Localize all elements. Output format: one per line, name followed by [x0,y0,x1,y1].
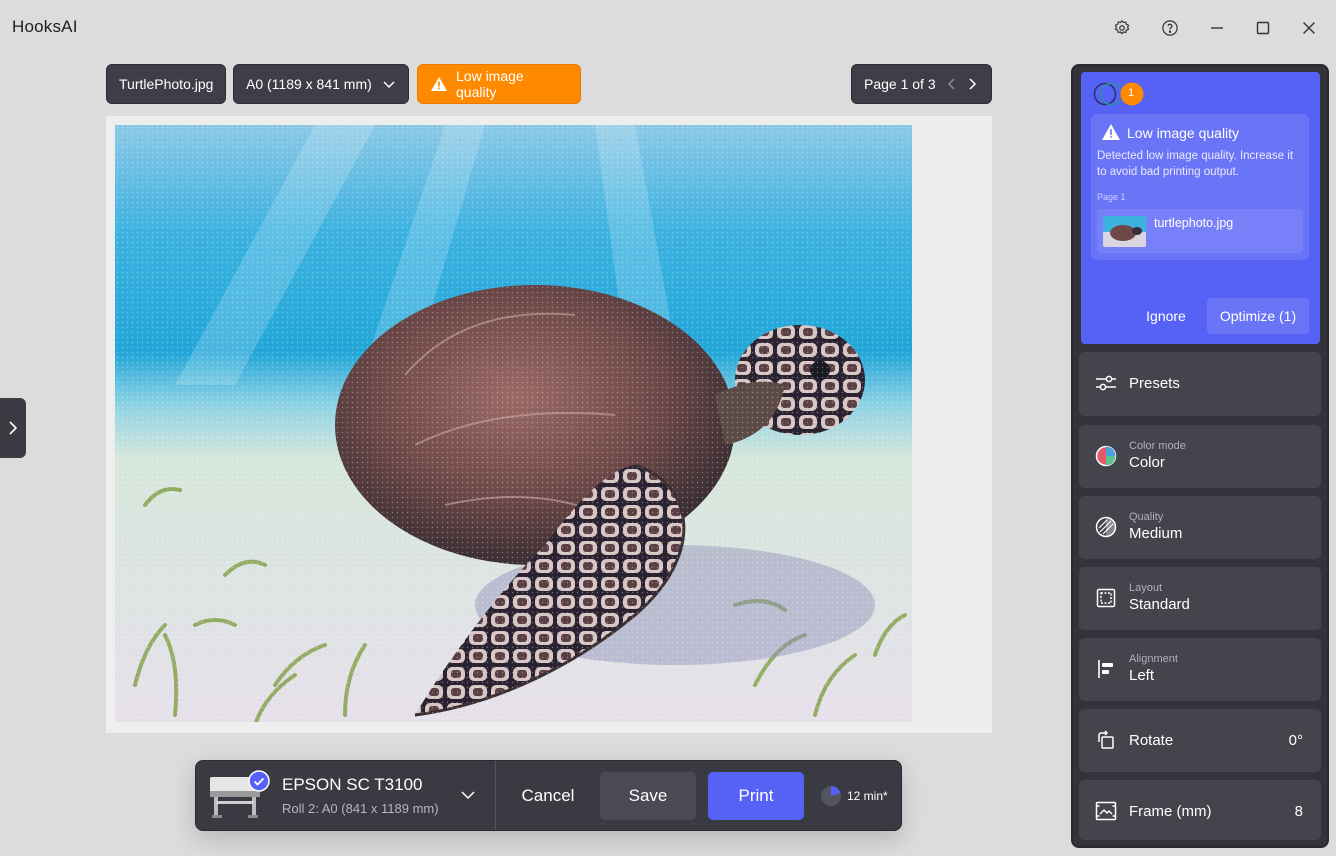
chevron-left-icon [946,77,958,91]
eta-label: 12 min* [847,789,888,803]
prev-page-button[interactable] [946,77,958,91]
printer-dropdown-button[interactable] [460,787,476,803]
minimize-button[interactable] [1205,16,1229,40]
sliders-icon [1095,372,1117,394]
color-mode-value: Color [1129,454,1165,471]
close-icon [1302,21,1316,35]
page-label: Page 1 of 3 [864,76,936,92]
low-quality-warning-chip[interactable]: Low image quality [417,64,581,104]
warning-label: Low image quality [456,68,524,100]
frame-setting[interactable]: Frame (mm) 8 [1079,780,1321,840]
title-bar: HooksAI [0,0,1336,56]
maximize-button[interactable] [1251,16,1275,40]
rotate-setting[interactable]: Rotate 0° [1079,709,1321,772]
rotate-label: Rotate [1129,732,1174,749]
settings-panel: 1 Low image quality Detected low image q… [1071,64,1329,848]
quality-value: Medium [1129,525,1183,542]
page-navigator: Page 1 of 3 [851,64,992,104]
layout-icon [1095,587,1117,609]
printer-selector[interactable] [206,769,270,823]
alert-description: Detected low image quality. Increase it … [1097,150,1294,178]
optimize-button[interactable]: Optimize (1) [1207,298,1309,334]
paper-size-dropdown[interactable]: A0 (1189 x 841 mm) [233,64,409,104]
color-wheel-icon [1095,445,1117,467]
color-mode-setting[interactable]: Color mode Color [1079,425,1321,488]
warning-icon [1101,123,1121,146]
turtle-photo [115,125,912,722]
presets-label: Presets [1129,375,1180,392]
layout-setting[interactable]: Layout Standard [1079,567,1321,630]
alignment-value: Left [1129,667,1155,684]
check-icon [248,770,270,797]
printer-name: EPSON SC T3100 [282,775,423,794]
rotate-icon [1095,729,1117,751]
paper-size-label: A0 (1189 x 841 mm) [246,76,372,92]
save-button[interactable]: Save [600,772,696,820]
print-button[interactable]: Print [708,772,804,820]
chevron-down-icon [460,787,476,803]
next-page-button[interactable] [966,77,978,91]
quality-icon [1095,516,1117,538]
affected-file-row[interactable]: turtlephoto.jpg [1097,209,1303,253]
alert-title: Low image quality [1127,125,1240,141]
layout-label: Layout [1129,582,1163,594]
print-eta: 12 min* [820,785,888,807]
frame-value: 8 [1294,803,1303,820]
settings-button[interactable] [1110,16,1134,40]
divider [495,761,496,830]
file-name-chip[interactable]: TurtlePhoto.jpg [106,64,226,104]
alert-page-label: Page 1 [1097,192,1126,202]
alert-count-badge: 1 [1128,87,1135,99]
chevron-right-icon [8,420,18,436]
file-name: turtlephoto.jpg [1154,216,1234,230]
color-mode-label: Color mode [1129,440,1186,452]
alignment-label: Alignment [1129,653,1178,665]
alert-badge-group: 1 [1093,82,1147,106]
warning-icon [430,76,448,92]
cancel-button[interactable]: Cancel [512,773,584,819]
rotate-value: 0° [1288,732,1303,749]
presets-setting[interactable]: Presets [1079,352,1321,416]
quality-alert-card: 1 Low image quality Detected low image q… [1081,72,1320,344]
print-bar: EPSON SC T3100 Roll 2: A0 (841 x 1189 mm… [195,760,902,831]
help-icon [1161,19,1179,37]
app-title: HooksAI [12,17,78,36]
quality-label: Quality [1129,511,1164,523]
file-thumbnail [1103,216,1146,247]
frame-label: Frame (mm) [1129,803,1212,820]
printer-roll: Roll 2: A0 (841 x 1189 mm) [282,801,439,816]
maximize-icon [1256,21,1270,35]
gear-icon [1113,19,1131,37]
frame-icon [1095,800,1117,822]
chevron-down-icon [382,77,396,91]
file-name-label: TurtlePhoto.jpg [119,76,214,92]
alert-details: Low image quality Detected low image qua… [1091,114,1309,260]
timer-pie-icon [820,785,842,807]
quality-setting[interactable]: Quality Medium [1079,496,1321,559]
align-left-icon [1095,658,1117,680]
minimize-icon [1210,21,1224,35]
layout-value: Standard [1129,596,1190,613]
ignore-button[interactable]: Ignore [1133,298,1199,334]
help-button[interactable] [1158,16,1182,40]
close-button[interactable] [1297,16,1321,40]
sidebar-expand-button[interactable] [0,398,26,458]
chevron-right-icon [966,77,978,91]
alignment-setting[interactable]: Alignment Left [1079,638,1321,701]
